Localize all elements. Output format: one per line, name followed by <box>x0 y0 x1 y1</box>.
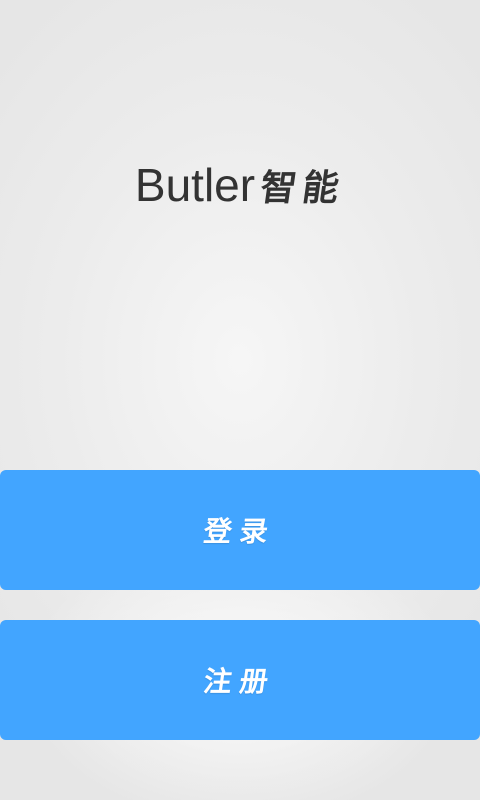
app-title-cjk: 智能 <box>257 167 348 209</box>
login-button[interactable]: 登录 <box>0 470 480 590</box>
app-title: Butler 智能 <box>0 150 480 220</box>
app-title-latin: Butler <box>134 159 256 211</box>
register-button[interactable]: 注册 <box>0 620 480 740</box>
register-button-label: 注册 <box>201 665 279 698</box>
login-button-label: 登录 <box>201 515 279 548</box>
